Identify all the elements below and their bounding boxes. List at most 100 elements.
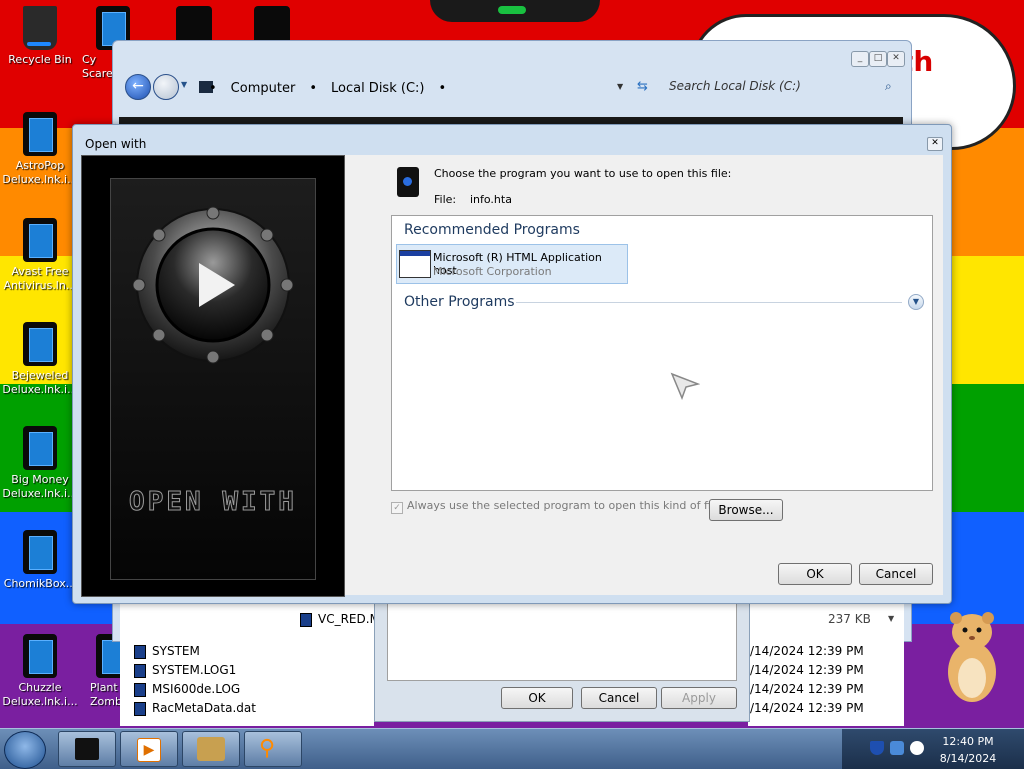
magnifier-icon: ⚲ xyxy=(259,736,276,761)
start-button[interactable] xyxy=(4,731,46,769)
program-icon xyxy=(75,738,99,760)
application-window-icon xyxy=(399,250,431,278)
forward-arrow-icon[interactable] xyxy=(153,74,179,100)
breadcrumb: • Computer • Local Disk (C:) • xyxy=(209,81,447,96)
recommended-programs-header: Recommended Programs xyxy=(404,222,580,238)
maximize-button[interactable]: □ xyxy=(869,51,887,67)
browse-button[interactable]: Browse... xyxy=(709,499,783,521)
recent-pages-chevron-icon[interactable]: ▼ xyxy=(181,80,187,89)
close-icon[interactable]: ✕ xyxy=(927,137,943,151)
taskbar-item-search[interactable]: ⚲ xyxy=(244,731,302,767)
file-row[interactable]: SYSTEM.LOG1 xyxy=(134,663,236,678)
search-input[interactable]: Search Local Disk (C:) xyxy=(669,79,899,99)
cancel-button[interactable]: Cancel xyxy=(581,687,657,709)
desktop-icon-label: ChomikBox... xyxy=(3,577,77,590)
expand-chevron-icon[interactable]: ▼ xyxy=(908,294,924,310)
network-icon[interactable] xyxy=(890,741,904,755)
desktop-icon-label: Plant Zombi xyxy=(90,681,126,708)
system-tray: 12:40 PM 8/14/2024 xyxy=(842,729,1024,769)
file-date: /14/2024 12:39 PM xyxy=(750,682,864,696)
shortcut-icon xyxy=(23,426,57,470)
program-item-mshta[interactable]: Microsoft (R) HTML Application host Micr… xyxy=(396,244,628,284)
ok-button[interactable]: OK xyxy=(778,563,852,585)
hamster-image xyxy=(948,612,996,702)
file-name: info.hta xyxy=(470,193,512,206)
background-dialog: OK Cancel Apply xyxy=(374,596,750,722)
shortcut-icon xyxy=(23,112,57,156)
file-name: SYSTEM xyxy=(152,644,200,658)
address-dropdown-icon[interactable]: ▼ xyxy=(617,82,623,91)
shortcut-icon xyxy=(23,634,57,678)
desktop-icon-cy-scare[interactable]: Cy Scare xyxy=(76,6,130,81)
recycle-bin-icon xyxy=(23,6,57,50)
breadcrumb-computer[interactable]: Computer xyxy=(231,81,296,96)
shield-icon[interactable] xyxy=(870,741,884,755)
file-icon xyxy=(134,701,146,716)
taskbar: ▶ ⚲ 12:40 PM 8/14/2024 xyxy=(0,728,1024,769)
desktop-icon-recycle-bin[interactable]: Recycle Bin xyxy=(0,6,80,67)
program-list[interactable]: Recommended Programs Microsoft (R) HTML … xyxy=(391,215,933,491)
file-row[interactable]: MSI600de.LOG xyxy=(134,682,240,697)
mouse-cursor-icon xyxy=(670,372,700,400)
volume-icon[interactable] xyxy=(910,741,924,755)
artwork-caption: OPEN WITH xyxy=(129,487,297,518)
desktop-icon-label: AstroPop Deluxe.lnk.i... xyxy=(2,159,78,186)
minimize-button[interactable]: _ xyxy=(851,51,869,67)
wallpaper-green-light xyxy=(498,6,526,14)
ok-button[interactable]: OK xyxy=(501,687,573,709)
refresh-icon[interactable]: ⇆ xyxy=(637,79,648,94)
dialog-content-area xyxy=(387,603,737,681)
file-name: VC_RED.M xyxy=(318,612,380,626)
cancel-button[interactable]: Cancel xyxy=(859,563,933,585)
desktop-icon-label: Avast Free Antivirus.ln... xyxy=(3,265,77,292)
file-icon xyxy=(134,644,146,659)
scroll-down-icon[interactable]: ▼ xyxy=(888,614,894,623)
close-button[interactable]: ✕ xyxy=(887,51,905,67)
desktop-icon-chomikbox[interactable]: ChomikBox... xyxy=(0,530,80,591)
open-with-dialog[interactable]: Open with ✕ OPEN WITH Choose the program… xyxy=(72,124,952,604)
desktop-icon-chuzzle[interactable]: Chuzzle Deluxe.lnk.i... xyxy=(0,634,80,709)
file-row[interactable]: RacMetaData.dat xyxy=(134,701,256,716)
desktop-icon-avast[interactable]: Avast Free Antivirus.ln... xyxy=(0,218,80,293)
hamster-icon xyxy=(197,737,225,761)
file-row[interactable]: SYSTEM xyxy=(134,644,200,659)
artwork-panel: OPEN WITH xyxy=(110,178,316,580)
desktop-icon-label: Bejeweled Deluxe.lnk.i... xyxy=(2,369,78,396)
group-divider xyxy=(516,302,902,303)
file-label: File: xyxy=(434,193,457,206)
clock-time[interactable]: 12:40 PM xyxy=(928,735,1008,748)
dialog-title: Open with xyxy=(85,137,147,151)
shortcut-icon xyxy=(23,322,57,366)
taskbar-item-chomikbox[interactable] xyxy=(182,731,240,767)
file-date: /14/2024 12:39 PM xyxy=(750,663,864,677)
taskbar-item-media[interactable]: ▶ xyxy=(120,731,178,767)
file-icon xyxy=(134,682,146,697)
program-vendor: Microsoft Corporation xyxy=(433,265,552,278)
media-player-icon: ▶ xyxy=(137,738,161,762)
file-date: /14/2024 12:39 PM xyxy=(750,644,864,658)
desktop-icon-label: Big Money Deluxe.lnk.i... xyxy=(2,473,78,500)
play-button-icon xyxy=(133,206,293,364)
desktop-icon-plants-zombies[interactable]: Plant Zombi xyxy=(80,634,130,709)
dialog-client-area: OPEN WITH Choose the program you want to… xyxy=(81,155,943,597)
search-icon[interactable]: ⌕ xyxy=(885,79,892,94)
desktop-icon-bejeweled[interactable]: Bejeweled Deluxe.lnk.i... xyxy=(0,322,80,397)
file-name: SYSTEM.LOG1 xyxy=(152,663,237,677)
desktop-icon-label: Recycle Bin xyxy=(8,53,72,66)
other-programs-header[interactable]: Other Programs xyxy=(404,294,515,310)
desktop-icon-big-money[interactable]: Big Money Deluxe.lnk.i... xyxy=(0,426,80,501)
taskbar-item-program[interactable] xyxy=(58,731,116,767)
apply-button[interactable]: Apply xyxy=(661,687,737,709)
file-icon xyxy=(300,612,312,627)
back-arrow-icon[interactable]: ← xyxy=(125,74,151,100)
desktop-icon-label: Chuzzle Deluxe.lnk.i... xyxy=(2,681,78,708)
file-row[interactable]: VC_RED.M xyxy=(300,612,380,627)
desktop-icon-astropop[interactable]: AstroPop Deluxe.lnk.i... xyxy=(0,112,80,187)
instruction-text: Choose the program you want to use to op… xyxy=(434,167,732,180)
always-use-label: Always use the selected program to open … xyxy=(407,499,721,512)
clock-date[interactable]: 8/14/2024 xyxy=(928,752,1008,765)
file-icon xyxy=(134,663,146,678)
always-use-checkbox[interactable]: ✓ Always use the selected program to open… xyxy=(391,499,721,514)
breadcrumb-local-disk[interactable]: Local Disk (C:) xyxy=(331,81,424,96)
desktop-icon-label: Cy Scare xyxy=(82,53,113,80)
